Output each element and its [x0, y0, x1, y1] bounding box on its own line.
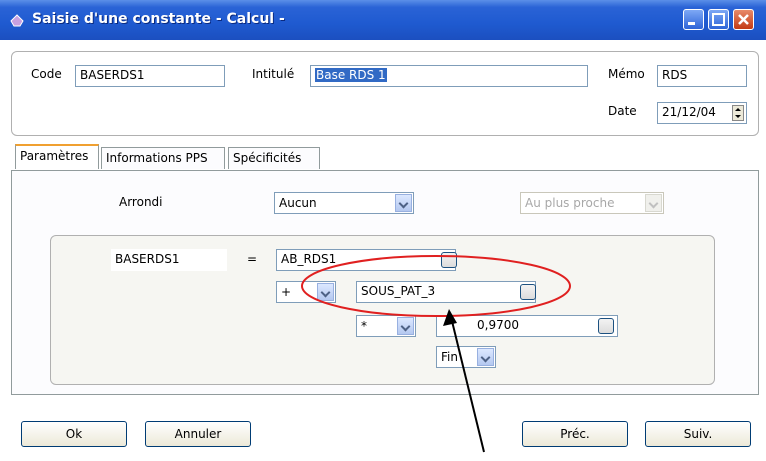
pointer-arrow-icon — [443, 309, 485, 453]
highlight-ellipse — [301, 255, 571, 317]
annotation-overlay — [301, 255, 571, 453]
